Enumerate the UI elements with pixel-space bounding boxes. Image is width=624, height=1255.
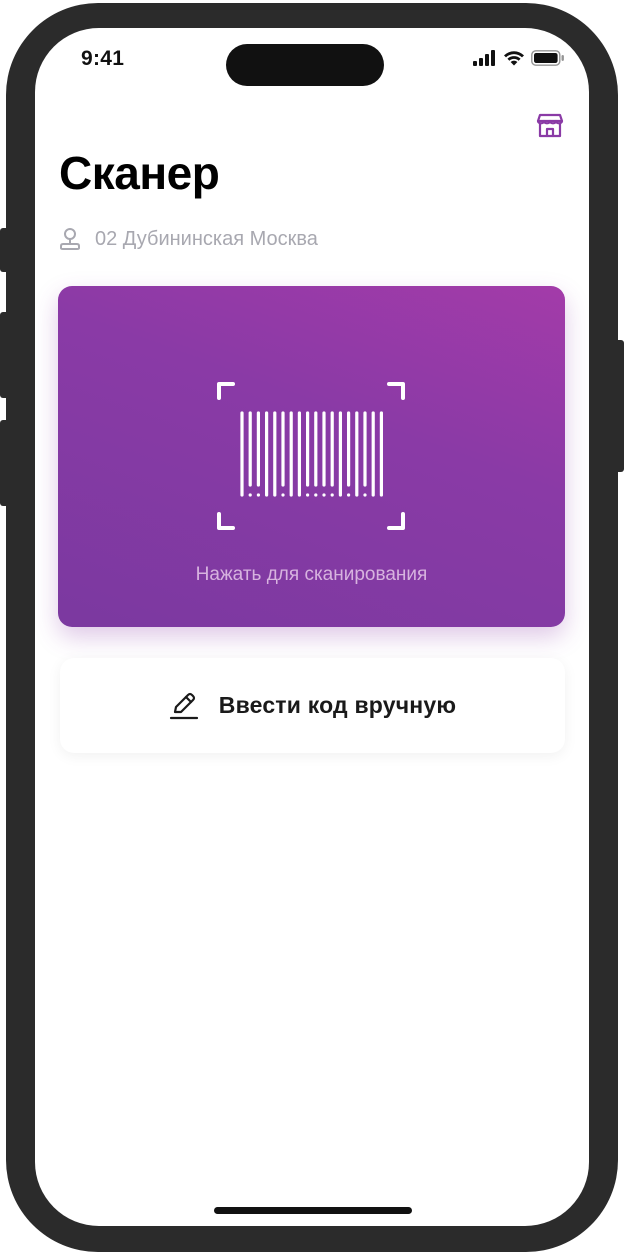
cellular-signal-icon: [473, 50, 495, 66]
screen: 9:41 Сканер 02 Дубининская Москва Нажать…: [35, 28, 589, 1226]
store-button[interactable]: [535, 110, 565, 140]
scan-label: Нажать для сканирования: [195, 564, 428, 585]
home-indicator[interactable]: [214, 1207, 412, 1214]
wifi-icon: [504, 51, 524, 66]
status-icons: [473, 50, 565, 66]
store-icon: [536, 113, 564, 138]
pencil-icon: [169, 692, 198, 719]
manual-entry-label: Ввести код вручную: [218, 692, 457, 718]
location-pin-icon: [60, 228, 80, 250]
manual-entry-button[interactable]: Ввести код вручную: [60, 658, 565, 753]
page-title: Сканер: [59, 147, 220, 199]
battery-icon: [531, 50, 564, 66]
scan-card[interactable]: Нажать для сканирования: [58, 286, 565, 627]
location-text: 02 Дубининская Москва: [95, 227, 318, 250]
dynamic-island: [226, 44, 384, 86]
status-time: 9:41: [81, 47, 125, 70]
barcode-scan-icon: [217, 382, 405, 530]
location-row[interactable]: 02 Дубининская Москва: [59, 226, 318, 252]
